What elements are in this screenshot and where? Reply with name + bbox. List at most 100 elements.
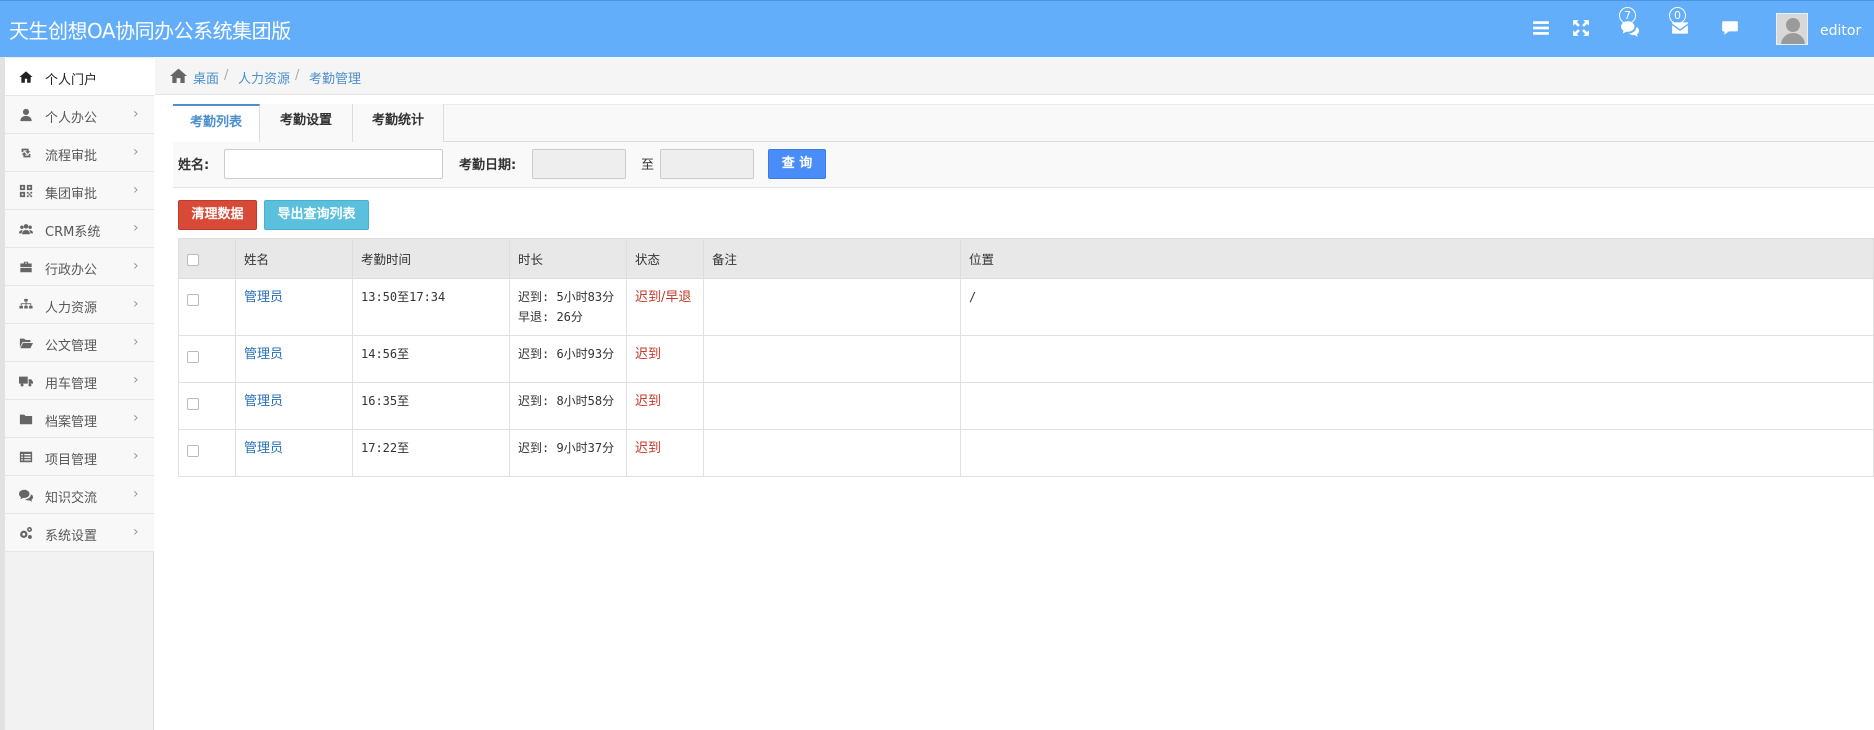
sidebar-item-workflow[interactable]: 流程审批 › [5, 134, 154, 172]
tab-attendance-settings[interactable]: 考勤设置 [260, 104, 353, 142]
column-header[interactable]: 状态 [626, 238, 704, 279]
employee-name-link[interactable]: 管理员 [244, 347, 283, 362]
chevron-right-icon: › [133, 220, 139, 236]
table-row: 管理员 14:56至 迟到: 6小时93分 迟到 [178, 335, 1874, 383]
column-header[interactable]: 时长 [509, 238, 627, 279]
row-select-cell [178, 278, 236, 336]
column-header[interactable]: 姓名 [235, 238, 353, 279]
sidebar-item-projects[interactable]: 项目管理 › [5, 438, 154, 476]
duration-cell: 迟到: 8小时58分 [509, 382, 627, 430]
note-cell [703, 335, 961, 383]
duration-line: 迟到: 6小时93分 [518, 347, 615, 361]
home-icon[interactable] [170, 68, 187, 83]
tab-attendance-stats[interactable]: 考勤统计 [353, 104, 444, 142]
row-checkbox[interactable] [187, 293, 199, 306]
chevron-right-icon: › [133, 372, 139, 388]
fullscreen-icon[interactable] [1572, 19, 1594, 41]
chevron-right-icon: › [133, 448, 139, 464]
home-icon [19, 70, 33, 84]
sidebar-item-label: 档案管理 [45, 415, 98, 430]
table-row: 管理员 16:35至 迟到: 8小时58分 迟到 [178, 382, 1874, 430]
row-checkbox[interactable] [187, 397, 199, 410]
app-title: 天生创想OA协同办公系统集团版 [9, 19, 291, 43]
sidebar-item-knowledge[interactable]: 知识交流 › [5, 476, 154, 514]
employee-name-link[interactable]: 管理员 [244, 441, 283, 456]
table-row: 管理员 13:50至17:34 迟到: 5小时83分 早退: 26分 迟到/早退… [178, 278, 1874, 336]
table-header-row: 姓名 考勤时间 时长 状态 备注 位置 [178, 238, 1874, 279]
export-list-button[interactable]: 导出查询列表 [264, 200, 369, 230]
retweet-icon [19, 146, 33, 160]
messages-badge: 7 [1619, 7, 1636, 24]
sitemap-icon [19, 298, 33, 312]
chevron-right-icon: › [133, 296, 139, 312]
chevron-right-icon: › [133, 486, 139, 502]
employee-name-link[interactable]: 管理员 [244, 394, 283, 409]
sidebar-item-crm[interactable]: CRM系统 › [5, 210, 154, 248]
duration-cell: 迟到: 6小时93分 [509, 335, 627, 383]
row-checkbox[interactable] [187, 350, 199, 363]
sidebar-item-label: 项目管理 [45, 453, 98, 468]
username[interactable]: editor [1820, 23, 1861, 39]
location-cell [960, 382, 1874, 430]
sidebar-item-label: 公文管理 [45, 339, 98, 354]
breadcrumb: 桌面 / 人力资源 / 考勤管理 [155, 57, 1874, 95]
column-header[interactable]: 备注 [703, 238, 961, 279]
sidebar-item-settings[interactable]: 系统设置 › [5, 514, 154, 552]
breadcrumb-hr[interactable]: 人力资源 [238, 68, 290, 87]
list-alt-icon [19, 450, 33, 464]
messages-icon[interactable]: 7 [1619, 7, 1643, 41]
location-cell: / [960, 278, 1874, 336]
tab-attendance-list[interactable]: 考勤列表 [173, 104, 260, 143]
sidebar: 个人门户 个人办公 › 流程审批 › 集团审批 › CRM系统 › 行政办公 ›… [0, 57, 154, 730]
location-cell [960, 429, 1874, 477]
sidebar-item-vehicles[interactable]: 用车管理 › [5, 362, 154, 400]
row-checkbox[interactable] [187, 444, 199, 457]
folder-icon [19, 412, 33, 426]
mail-icon[interactable]: 0 [1669, 7, 1693, 41]
folder-open-icon [19, 336, 33, 350]
sidebar-item-admin-office[interactable]: 行政办公 › [5, 248, 154, 286]
row-select-cell [178, 335, 236, 383]
attendance-time: 16:35至 [352, 382, 510, 430]
row-select-cell [178, 429, 236, 477]
chevron-right-icon: › [133, 144, 139, 160]
chat-icon[interactable] [1721, 19, 1743, 41]
row-select-cell [178, 382, 236, 430]
status-text: 迟到/早退 [635, 290, 692, 305]
clear-data-button[interactable]: 清理数据 [178, 200, 257, 230]
status-text: 迟到 [635, 347, 662, 362]
sidebar-item-portal[interactable]: 个人门户 [5, 58, 154, 96]
name-label: 姓名: [178, 158, 210, 173]
column-header[interactable]: 位置 [960, 238, 1874, 279]
query-button[interactable]: 查 询 [768, 149, 826, 179]
cogs-icon [19, 526, 33, 540]
name-input[interactable] [224, 149, 443, 179]
menu-toggle-icon[interactable] [1532, 19, 1554, 41]
location-cell [960, 335, 1874, 383]
sidebar-item-documents[interactable]: 公文管理 › [5, 324, 154, 362]
duration-line: 迟到: 8小时58分 [518, 394, 615, 408]
date-from-input[interactable] [532, 149, 626, 179]
sidebar-item-personal-office[interactable]: 个人办公 › [5, 96, 154, 134]
to-label: 至 [641, 158, 655, 173]
sidebar-item-label: CRM系统 [45, 225, 101, 240]
sidebar-item-label: 个人办公 [45, 111, 98, 126]
date-to-input[interactable] [660, 149, 754, 179]
note-cell [703, 278, 961, 336]
breadcrumb-attendance[interactable]: 考勤管理 [309, 68, 361, 87]
qrcode-icon [19, 184, 33, 198]
sidebar-item-archives[interactable]: 档案管理 › [5, 400, 154, 438]
sidebar-item-hr[interactable]: 人力资源 › [5, 286, 154, 324]
breadcrumb-desktop[interactable]: 桌面 [193, 68, 219, 87]
select-all-checkbox[interactable] [187, 253, 199, 266]
chevron-right-icon: › [133, 182, 139, 198]
employee-name-link[interactable]: 管理员 [244, 290, 283, 305]
attendance-time: 13:50至17:34 [352, 278, 510, 336]
avatar[interactable] [1776, 13, 1808, 45]
table-row: 管理员 17:22至 迟到: 9小时37分 迟到 [178, 429, 1874, 477]
briefcase-icon [19, 260, 33, 274]
sidebar-item-group-approval[interactable]: 集团审批 › [5, 172, 154, 210]
top-bar: 天生创想OA协同办公系统集团版 7 0 editor [0, 0, 1874, 57]
column-header[interactable]: 考勤时间 [352, 238, 510, 279]
breadcrumb-separator: / [224, 68, 229, 83]
